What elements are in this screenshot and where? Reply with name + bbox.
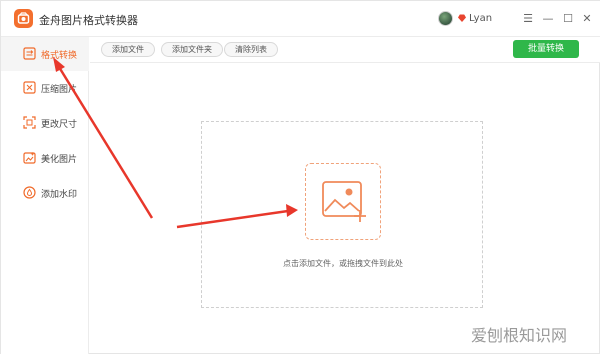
app-logo-icon [14,9,33,28]
avatar[interactable] [438,11,453,26]
sidebar-item-watermark[interactable]: 添加水印 [1,176,89,210]
toolbar: 添加文件 添加文件夹 清除列表 批量转换 [90,37,600,63]
drop-hint: 点击添加文件，或拖拽文件到此处 [283,259,403,268]
beautify-icon [23,152,36,164]
username[interactable]: Lyan [469,13,492,24]
sidebar-item-label: 美化图片 [41,155,78,165]
resize-icon [23,116,36,129]
file-drop-zone[interactable]: 点击添加文件，或拖拽文件到此处 [201,121,483,308]
vip-icon [458,14,466,22]
menu-icon[interactable]: ☰ [519,10,537,28]
clear-list-button[interactable]: 清除列表 [224,42,278,57]
sidebar-item-label: 压缩图片 [41,85,78,95]
sidebar-item-label: 添加水印 [41,190,78,200]
sidebar-item-compress[interactable]: 压缩图片 [1,71,89,105]
add-image-icon [322,181,366,222]
sidebar-item-label: 更改尺寸 [41,120,78,130]
close-button[interactable]: ✕ [578,10,596,28]
watermark-icon [23,186,36,199]
minimize-button[interactable]: — [539,10,557,28]
sidebar-item-label: 格式转换 [41,51,78,61]
add-file-button[interactable]: 添加文件 [101,42,155,57]
maximize-button[interactable]: ☐ [559,10,577,28]
sidebar: 格式转换 压缩图片 更改尺寸 美化图片 添加水印 [1,37,89,354]
sidebar-item-format-convert[interactable]: 格式转换 [1,37,89,71]
format-convert-icon [23,47,36,60]
sidebar-item-beautify[interactable]: 美化图片 [1,141,89,175]
app-title: 金舟图片格式转换器 [39,14,138,27]
title-bar: 金舟图片格式转换器 Lyan ☰ — ☐ ✕ [1,1,600,37]
compress-icon [23,81,36,94]
app-window: 金舟图片格式转换器 Lyan ☰ — ☐ ✕ 格式转换 压缩图片 更改尺寸 美化… [0,0,600,354]
sidebar-item-resize[interactable]: 更改尺寸 [1,106,89,140]
batch-convert-button[interactable]: 批量转换 [513,40,579,58]
add-folder-button[interactable]: 添加文件夹 [161,42,223,57]
add-image-button[interactable] [305,163,381,240]
site-watermark: 爱刨根知识网 [471,326,568,345]
